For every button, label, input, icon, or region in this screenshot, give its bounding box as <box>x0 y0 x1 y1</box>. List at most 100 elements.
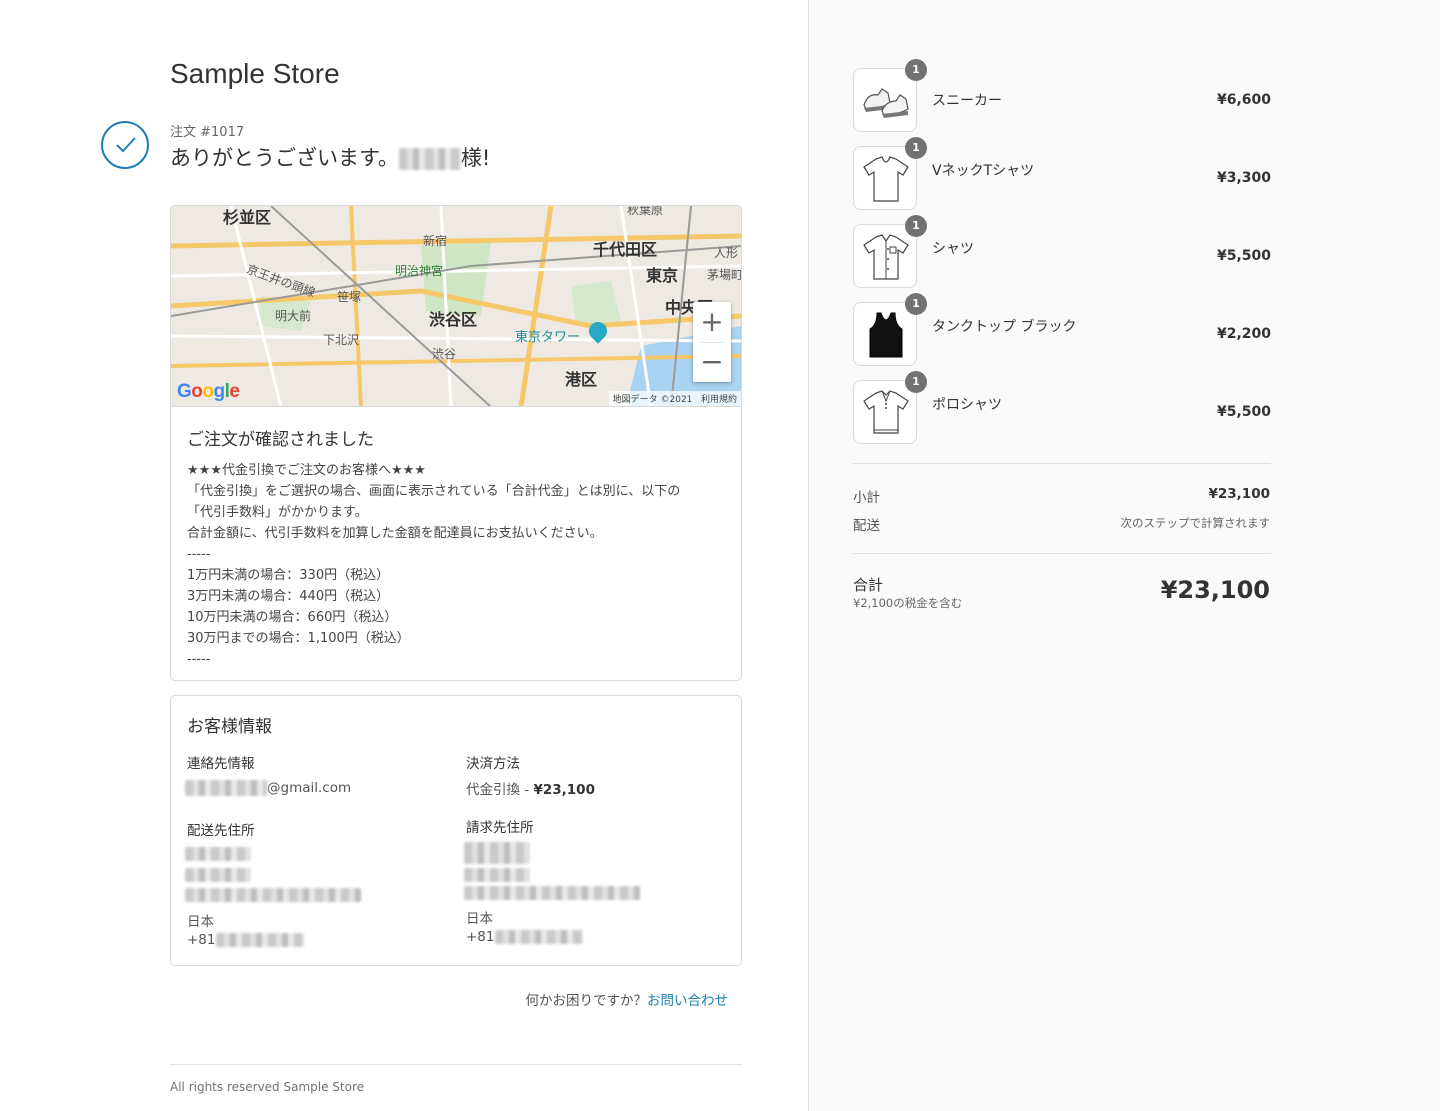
map-label: 秋葉原 <box>627 206 664 217</box>
map-label: 茅場町 <box>707 268 741 282</box>
map-label: 明治神宮 <box>395 264 444 278</box>
summary-divider <box>853 463 1271 464</box>
map-label: 東京 <box>646 266 679 285</box>
map-data-credit: 地図データ ©2021 <box>612 395 693 405</box>
quantity-badge: 1 <box>905 371 927 393</box>
billing-phone-redacted <box>494 930 583 944</box>
map-label: 杉並区 <box>223 208 272 227</box>
shipping-phone-prefix: +81 <box>187 932 216 948</box>
contact-email: @gmail.com <box>185 780 351 796</box>
check-circle-icon <box>101 121 149 169</box>
zoom-out-button[interactable]: − <box>693 342 731 382</box>
shipping-address-redacted <box>185 888 361 902</box>
item-name: シャツ <box>932 241 974 257</box>
quantity-badge: 1 <box>905 59 927 81</box>
payment-amount: ¥23,100 <box>533 782 595 798</box>
shipping-phone: +81 <box>187 932 304 948</box>
contact-link[interactable]: お問い合わせ <box>647 993 728 1009</box>
item-name: タンクトップ ブラック <box>932 319 1077 335</box>
billing-country: 日本 <box>466 911 493 927</box>
subtotal-value: ¥23,100 <box>1208 486 1271 502</box>
item-name: ポロシャツ <box>932 397 1002 413</box>
email-suffix: @gmail.com <box>267 780 352 796</box>
footer-copyright: All rights reserved Sample Store <box>170 1080 365 1094</box>
help-text: 何かお困りですか？お問い合わせ <box>526 989 729 1009</box>
total-label: 合計 <box>853 576 884 594</box>
line-item: 1 シャツ ¥5,500 <box>853 215 1271 288</box>
help-question: 何かお困りですか？ <box>525 993 648 1009</box>
confirm-message: ★★★代金引換でご注文のお客様へ★★★ 「代金引換」をご選択の場合、画面に表示さ… <box>187 463 681 667</box>
billing-phone: +81 <box>466 929 583 945</box>
zoom-in-button[interactable]: + <box>693 302 731 342</box>
map-label: 港区 <box>565 370 598 389</box>
tax-note: ¥2,100の税金を含む <box>853 596 963 610</box>
item-price: ¥2,200 <box>1216 326 1271 342</box>
shirt-icon <box>863 234 909 280</box>
shipping-address-label: 配送先住所 <box>187 823 255 839</box>
tshirt-icon <box>863 156 909 202</box>
item-name: スニーカー <box>932 93 1002 109</box>
shipping-country: 日本 <box>187 914 214 930</box>
billing-phone-prefix: +81 <box>466 929 495 945</box>
thanks-prefix: ありがとうございます。 <box>170 146 399 170</box>
total-divider <box>853 553 1271 554</box>
quantity-badge: 1 <box>905 137 927 159</box>
map-label: 新宿 <box>423 234 448 248</box>
subtotal-label: 小計 <box>853 490 880 506</box>
map-attribution: 地図データ ©2021 利用規約 <box>608 391 741 406</box>
billing-address-label: 請求先住所 <box>466 820 534 836</box>
google-logo[interactable]: Google <box>177 381 240 403</box>
thanks-heading: ありがとうございます。 様! <box>170 142 490 172</box>
map-terms-link[interactable]: 利用規約 <box>701 395 737 405</box>
billing-postal-redacted <box>464 868 530 882</box>
shipping-name-redacted <box>185 847 251 861</box>
polo-shirt-icon <box>863 390 909 434</box>
payment-label: 決済方法 <box>466 756 520 772</box>
customer-info-card: お客様情報 連絡先情報 @gmail.com 決済方法 代金引換 - ¥23,1… <box>170 695 742 966</box>
map-label: 渋谷区 <box>429 310 478 329</box>
shipping-postal-redacted <box>185 868 251 882</box>
map-label: 人形 <box>714 246 739 260</box>
map-label: 笹塚 <box>337 290 362 304</box>
map-label: 下北沢 <box>323 333 360 347</box>
store-name[interactable]: Sample Store <box>170 58 340 90</box>
shipping-phone-redacted <box>215 933 304 947</box>
order-summary-sidebar: 1 スニーカー ¥6,600 1 VネックTシャツ ¥3,300 1 シャツ ¥… <box>808 0 1440 1111</box>
line-item: 1 VネックTシャツ ¥3,300 <box>853 137 1271 210</box>
map-label: 千代田区 <box>593 240 658 259</box>
customer-name-redacted <box>398 148 461 170</box>
item-price: ¥3,300 <box>1216 170 1271 186</box>
footer-divider <box>170 1064 742 1065</box>
item-name: VネックTシャツ <box>932 163 1035 179</box>
item-price: ¥5,500 <box>1216 248 1271 264</box>
order-number: 注文 #1017 <box>170 125 245 140</box>
billing-address-redacted <box>464 886 640 900</box>
map-zoom-control: + − <box>693 302 731 382</box>
email-redacted <box>185 780 267 796</box>
line-item: 1 スニーカー ¥6,600 <box>853 59 1271 132</box>
order-confirmed-card: 杉並区 新宿 千代田区 東京 京王井の頭線 明治神宮 笹塚 中央区 明大前 渋谷… <box>170 205 742 681</box>
tank-top-icon <box>869 312 903 358</box>
item-price: ¥5,500 <box>1216 404 1271 420</box>
shipping-label: 配送 <box>853 518 880 534</box>
customer-info-title: お客様情報 <box>187 717 272 737</box>
shipping-value: 次のステップで計算されます <box>1120 516 1271 530</box>
contact-label: 連絡先情報 <box>187 756 255 772</box>
quantity-badge: 1 <box>905 293 927 315</box>
item-price: ¥6,600 <box>1216 92 1271 108</box>
line-item: 1 タンクトップ ブラック ¥2,200 <box>853 293 1271 366</box>
main-content: Sample Store 注文 #1017 ありがとうございます。 様! 杉並区… <box>0 0 808 1111</box>
billing-name-redacted <box>464 842 530 864</box>
quantity-badge: 1 <box>905 215 927 237</box>
map-label: 東京タワー <box>515 330 581 345</box>
sneaker-icon <box>863 88 909 118</box>
map-label: 明大前 <box>275 309 312 323</box>
confirm-title: ご注文が確認されました <box>187 430 374 450</box>
map-label: 渋谷 <box>432 347 457 361</box>
total-value: ¥23,100 <box>1160 576 1270 604</box>
line-item: 1 ポロシャツ ¥5,500 <box>853 371 1271 444</box>
map[interactable]: 杉並区 新宿 千代田区 東京 京王井の頭線 明治神宮 笹塚 中央区 明大前 渋谷… <box>171 206 741 407</box>
payment-method: 代金引換 - ¥23,100 <box>466 778 595 798</box>
payment-method-name: 代金引換 - <box>466 782 534 798</box>
thanks-suffix: 様! <box>460 146 491 170</box>
